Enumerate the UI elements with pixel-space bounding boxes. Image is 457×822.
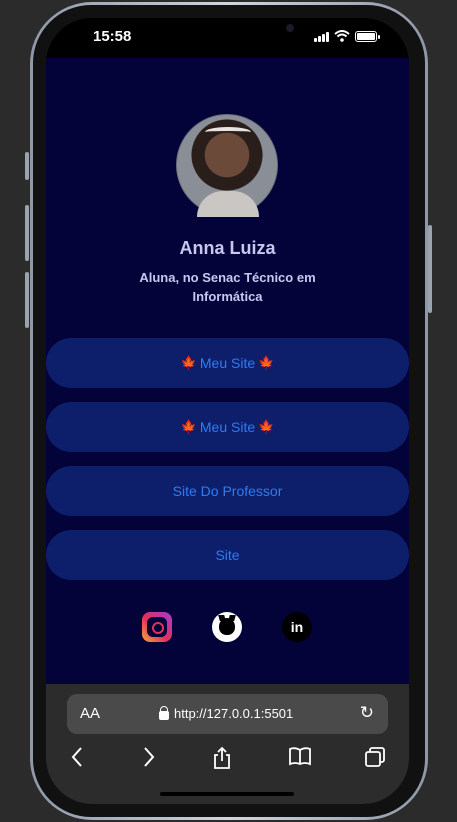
safari-toolbar: AA http://127.0.0.1:5501 ↻ — [46, 684, 409, 804]
battery-icon — [355, 30, 380, 42]
power-button — [428, 225, 432, 313]
github-icon[interactable] — [212, 612, 242, 642]
linkedin-icon[interactable]: in — [282, 612, 312, 642]
avatar — [176, 114, 278, 217]
lock-icon — [159, 705, 169, 720]
maple-leaf-icon: 🍁 — [258, 355, 275, 370]
tabs-icon[interactable] — [364, 746, 386, 768]
home-indicator — [160, 792, 294, 796]
link-meu-site-1[interactable]: 🍁 Meu Site 🍁 — [46, 338, 409, 388]
url-display[interactable]: http://127.0.0.1:5501 — [159, 705, 294, 721]
social-links: in — [46, 612, 409, 644]
status-icons — [314, 30, 380, 42]
notch — [160, 18, 296, 46]
profile-bio: Aluna, no Senac Técnico em Informática — [139, 270, 316, 304]
back-icon[interactable] — [70, 746, 84, 768]
maple-leaf-icon: 🍁 — [180, 419, 197, 434]
maple-leaf-icon: 🍁 — [180, 355, 197, 370]
link-site-do-professor[interactable]: Site Do Professor — [46, 466, 409, 516]
link-label: Site — [215, 547, 240, 563]
status-bar: 15:58 — [46, 18, 409, 58]
address-bar[interactable]: AA http://127.0.0.1:5501 ↻ — [67, 694, 388, 734]
camera-icon — [286, 24, 294, 32]
bookmarks-icon[interactable] — [288, 746, 312, 766]
url-text: http://127.0.0.1:5501 — [174, 706, 294, 721]
link-label: Site Do Professor — [172, 483, 283, 499]
browser-nav — [46, 746, 409, 776]
signal-icon — [314, 31, 329, 42]
reload-icon[interactable]: ↻ — [360, 703, 374, 723]
phone-screen: 15:58 Anna Luiza Aluna, no Senac Técnico… — [46, 18, 409, 804]
link-label: Meu Site — [199, 419, 256, 435]
instagram-icon[interactable] — [142, 612, 172, 642]
maple-leaf-icon: 🍁 — [258, 419, 275, 434]
link-site[interactable]: Site — [46, 530, 409, 580]
link-label: Meu Site — [199, 355, 256, 371]
text-size-button[interactable]: AA — [80, 705, 100, 722]
profile-name: Anna Luiza — [179, 238, 276, 258]
linktree-page: Anna Luiza Aluna, no Senac Técnico em In… — [46, 58, 409, 684]
forward-icon[interactable] — [142, 746, 156, 768]
wifi-icon — [334, 30, 350, 42]
volume-up-button — [25, 205, 29, 261]
link-meu-site-2[interactable]: 🍁 Meu Site 🍁 — [46, 402, 409, 452]
silent-switch — [25, 152, 29, 180]
share-icon[interactable] — [212, 746, 232, 770]
status-time: 15:58 — [93, 28, 132, 45]
volume-down-button — [25, 272, 29, 328]
